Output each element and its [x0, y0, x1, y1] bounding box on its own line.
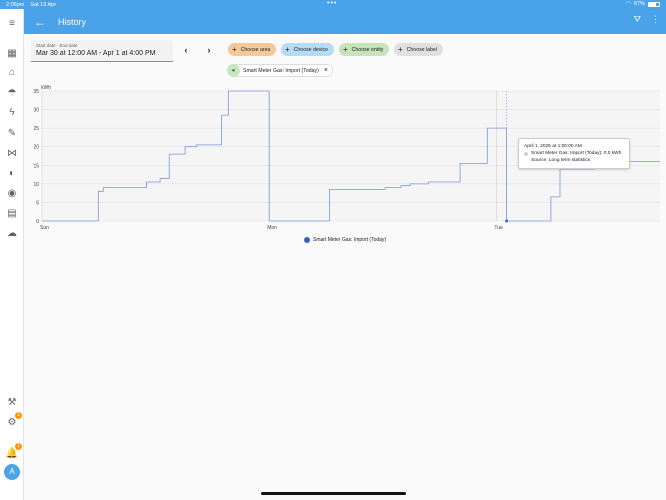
chip-label: Choose area [240, 46, 271, 53]
sidebar-item-menu[interactable]: ≡ [4, 16, 20, 30]
sidebar-item-energy[interactable]: ☂ [4, 86, 20, 100]
home-indicator[interactable] [261, 492, 406, 495]
status-bar: 2:06pm Sat 19 Apr ••• ◠ 67% [0, 0, 666, 9]
status-time: 2:06pm [6, 1, 25, 8]
x-tick-label: Sun [40, 225, 49, 231]
filter-remove-icon[interactable]: ⛛ [633, 14, 641, 25]
plus-icon: + [232, 44, 237, 54]
entity-chip-label: Smart Meter Gas: Import (Today) [243, 67, 319, 74]
y-tick-label: 35 [33, 89, 39, 95]
battery-icon [648, 1, 660, 7]
choose-area-chip[interactable]: + Choose area [228, 43, 277, 56]
date-range-picker[interactable]: Start date - End date Mar 30 at 12:00 AM… [31, 40, 173, 62]
chart-svg: 0 5 10 15 20 25 30 35kWh Sun Mon Tue [33, 85, 660, 231]
avatar[interactable]: A [4, 464, 20, 480]
wifi-icon: ◠ [626, 1, 631, 7]
sidebar-item-map[interactable]: ⌂ [4, 65, 20, 79]
choose-device-chip[interactable]: + Choose device [281, 43, 334, 56]
x-tick-label: Mon [267, 225, 277, 231]
legend-label: Smart Meter Gas: Import (Today) [313, 237, 387, 243]
arrow-left-icon[interactable]: ← [32, 14, 48, 30]
sidebar-item-vscode[interactable]: ⋈ [4, 146, 20, 160]
chart-tooltip: April 1, 2025 at 1:00:00 AM Smart Meter … [518, 138, 630, 169]
y-tick-label: 20 [33, 145, 39, 151]
chip-label: Choose label [406, 46, 437, 53]
date-range-value: Mar 30 at 12:00 AM - Apr 1 at 4:00 PM [36, 50, 156, 57]
hammer-icon[interactable]: ⚒ [4, 395, 20, 409]
app-header: ← History ⛛ ⋮ [24, 9, 666, 34]
tooltip-value: Smart Meter Gas: Import (Today): 0.0 kWh [531, 151, 622, 156]
legend-dot [304, 237, 310, 243]
tooltip-source: Source: Long term statistics [531, 158, 591, 163]
sidebar: ≡ ▦ ⌂ ☂ ϟ ✎ ⋈ ◐ ◉ ▤ ☁ ⚒ ⚙ 1 🔔 1 A [0, 9, 24, 500]
y-tick-label: 10 [33, 182, 39, 188]
bell-icon[interactable]: 🔔 1 [4, 443, 22, 460]
multitasking-dots[interactable]: ••• [327, 0, 337, 7]
chip-label: Choose device [293, 46, 328, 53]
battery-percent: 67% [633, 1, 645, 7]
settings-badge: 1 [15, 412, 22, 419]
y-tick-label: 30 [33, 108, 39, 114]
chart-legend[interactable]: Smart Meter Gas: Import (Today) [304, 237, 386, 243]
hover-point [505, 219, 509, 223]
tooltip-title: April 1, 2025 at 1:00:00 AM [524, 144, 582, 149]
notifications-badge: 1 [15, 443, 22, 450]
sidebar-item-overview[interactable]: ▦ [4, 46, 20, 60]
y-axis-label: kWh [41, 85, 51, 91]
selected-entity-chip[interactable]: ● Smart Meter Gas: Import (Today) × [227, 64, 333, 77]
sidebar-item-hacs[interactable]: ◐ [4, 166, 20, 180]
chip-label: Choose entity [351, 46, 384, 53]
gear-icon[interactable]: ⚙ 1 [4, 412, 22, 429]
y-tick-label: 5 [36, 200, 39, 206]
choose-entity-chip[interactable]: + Choose entity [339, 43, 390, 56]
choose-label-chip[interactable]: + Choose label [394, 43, 443, 56]
history-chart[interactable]: 0 5 10 15 20 25 30 35 kWh Sun Mon Tue [30, 84, 660, 254]
y-tick-label: 25 [33, 126, 39, 132]
close-icon[interactable]: × [324, 67, 328, 74]
date-range-label: Start date - End date [36, 43, 78, 48]
sidebar-item-tools[interactable]: ✎ [4, 126, 20, 140]
chevron-left-icon[interactable]: ‹ [180, 44, 192, 56]
y-tick-label: 0 [36, 219, 39, 225]
y-tick-label: 15 [33, 163, 39, 169]
fire-icon: ● [227, 64, 240, 77]
sidebar-item-lightning[interactable]: ϟ [4, 105, 20, 119]
sidebar-item-cloud[interactable]: ☁ [4, 226, 20, 240]
sidebar-item-devices[interactable]: ▤ [4, 206, 20, 220]
page-title: History [58, 16, 87, 27]
plus-icon: + [398, 44, 403, 54]
status-date: Sat 19 Apr [30, 1, 57, 8]
more-vertical-icon[interactable]: ⋮ [651, 14, 660, 25]
x-tick-label: Tue [494, 225, 503, 231]
sidebar-item-media[interactable]: ◉ [4, 186, 20, 200]
series-dot [524, 151, 528, 156]
plus-icon: + [285, 44, 290, 54]
chevron-right-icon[interactable]: › [203, 44, 215, 56]
plus-icon: + [343, 44, 348, 54]
